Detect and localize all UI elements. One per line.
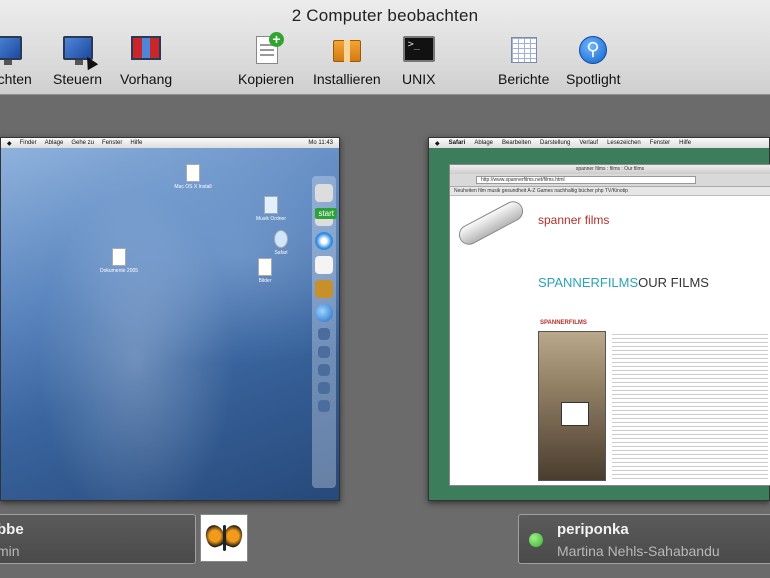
- url-field[interactable]: http://www.spannerfilms.net/films.html: [476, 176, 696, 184]
- toolbar-control-button[interactable]: Steuern: [53, 34, 102, 90]
- spotlight-icon: [577, 34, 609, 66]
- computer-name: periponka: [557, 521, 629, 538]
- window-title: 2 Computer beobachten: [291, 6, 479, 25]
- address-book-icon: [315, 280, 333, 298]
- menubar: ◆ Safari Ablage Bearbeiten Darstellung V…: [429, 138, 769, 148]
- reports-icon: [508, 34, 540, 66]
- computer-screen-right[interactable]: ◆ Safari Ablage Bearbeiten Darstellung V…: [428, 137, 770, 501]
- site-heading: SPANNERFILMSOUR FILMS: [538, 275, 709, 290]
- safari-icon: [315, 232, 333, 250]
- dock-item-icon: [318, 328, 330, 340]
- site-photo: [538, 331, 606, 481]
- apple-icon: ◆: [7, 140, 12, 147]
- desktop-pictures-icon: Bilder: [235, 258, 295, 284]
- computer-name: bbe: [0, 521, 24, 538]
- bookmarks-bar: Neuheiten film musik gesundheit A-Z Game…: [450, 187, 770, 196]
- computer-user: min: [0, 543, 20, 559]
- site-article-text: [612, 331, 768, 481]
- observe-icon: [0, 34, 23, 66]
- site-section-title: SPANNERFILMS: [540, 320, 587, 326]
- desktop-wallpaper: Mac OS X Install Musik Ordner Safari Dok…: [1, 148, 339, 500]
- dock-item-icon: [318, 382, 330, 394]
- desktop-music-icon: Musik Ordner: [241, 196, 301, 222]
- browser-toolbar: http://www.spannerfilms.net/films.html: [450, 174, 770, 187]
- toolbar-reports-button[interactable]: Berichte: [498, 34, 549, 90]
- terminal-icon: [402, 34, 435, 66]
- install-icon: [331, 34, 363, 66]
- toolbar-spotlight-button[interactable]: Spotlight: [566, 34, 620, 90]
- browser-window[interactable]: spanner films : films : Our films http:/…: [449, 164, 770, 486]
- wrench-logo: [455, 197, 527, 249]
- apple-icon: [315, 256, 333, 274]
- toolbar-install-button[interactable]: Installieren: [313, 34, 381, 90]
- desktop-file-icon: Mac OS X Install: [163, 164, 223, 190]
- toolbar-copy-button[interactable]: + Kopieren: [238, 32, 294, 90]
- copy-icon: +: [250, 32, 285, 66]
- dock: [312, 176, 336, 488]
- butterfly-icon: [200, 514, 248, 562]
- apple-icon: ◆: [435, 140, 440, 147]
- browser-title: spanner films : films : Our films: [450, 165, 770, 174]
- trash-icon: [318, 400, 330, 412]
- desktop-document-icon: Dokumente 2005: [89, 248, 149, 274]
- menubar-clock: Mo 11:43: [308, 140, 333, 146]
- menubar: ◆ Finder Ablage Gehe zu Fenster Hilfe Mo…: [1, 138, 339, 148]
- toolbar-curtain-button[interactable]: Vorhang: [120, 34, 172, 90]
- computer-screen-left[interactable]: ◆ Finder Ablage Gehe zu Fenster Hilfe Mo…: [0, 137, 340, 501]
- control-icon: [62, 34, 98, 71]
- curtain-icon: [130, 34, 162, 66]
- computer-label-left[interactable]: bbe min: [0, 514, 196, 564]
- status-online-icon: [529, 533, 543, 547]
- desktop-safari-icon: Safari: [251, 230, 311, 256]
- computer-label-right[interactable]: periponka Martina Nehls-Sahabandu: [518, 514, 770, 564]
- dock-item-icon: [318, 346, 330, 358]
- start-badge: start: [315, 208, 337, 219]
- finder-icon: [315, 184, 333, 202]
- dock-item-icon: [318, 364, 330, 376]
- computer-user: Martina Nehls-Sahabandu: [557, 543, 720, 559]
- toolbar-observe-button[interactable]: bachten: [0, 34, 32, 90]
- site-brand: spanner films: [538, 213, 610, 227]
- toolbar-unix-button[interactable]: UNIX: [402, 34, 435, 90]
- window-titlebar: 2 Computer beobachten bachten Steuern Vo…: [0, 0, 770, 95]
- network-icon: [315, 304, 333, 322]
